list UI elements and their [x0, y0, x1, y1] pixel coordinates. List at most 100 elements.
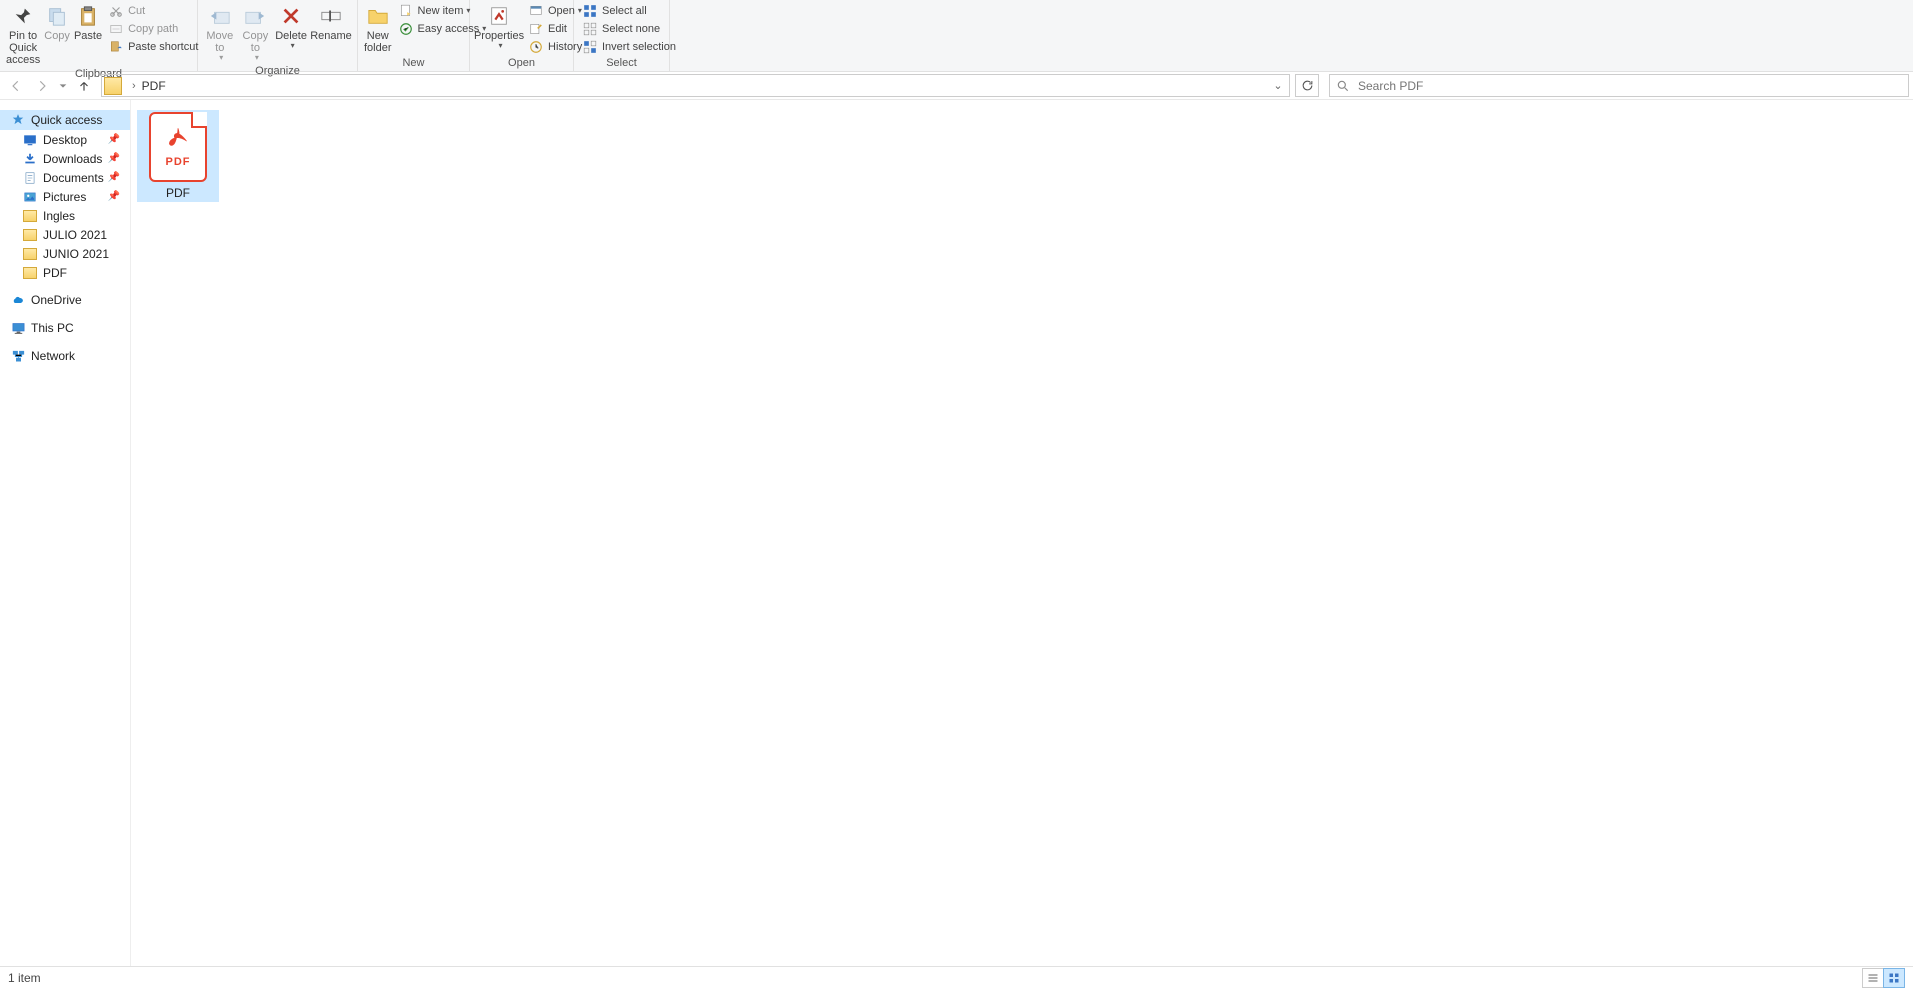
breadcrumb-separator: › — [126, 80, 142, 92]
nav-quick-access-label: Quick access — [31, 113, 102, 127]
nav-quick-access[interactable]: Quick access — [0, 110, 130, 130]
large-icons-view-button[interactable] — [1883, 968, 1905, 988]
nav-ingles[interactable]: Ingles — [0, 206, 130, 225]
select-all-icon — [582, 3, 598, 19]
move-to-icon — [208, 4, 232, 28]
refresh-button[interactable] — [1295, 74, 1319, 97]
forward-button[interactable] — [30, 74, 54, 98]
nav-ingles-label: Ingles — [43, 209, 75, 223]
select-none-button[interactable]: Select none — [578, 20, 680, 37]
nav-documents-label: Documents — [43, 171, 104, 185]
invert-selection-icon — [582, 39, 598, 55]
pin-to-quick-label: Pin to Quick access — [6, 30, 40, 66]
copy-label: Copy — [44, 30, 70, 42]
history-icon — [528, 39, 544, 55]
nav-downloads[interactable]: Downloads 📌 — [0, 149, 130, 168]
ribbon-group-select: Select all Select none Invert selection … — [574, 0, 670, 71]
new-item-label: New item — [418, 5, 464, 17]
nav-network[interactable]: Network — [0, 346, 130, 366]
rename-icon — [319, 4, 343, 28]
chevron-down-icon: ▾ — [291, 42, 295, 51]
paste-label: Paste — [74, 30, 102, 42]
onedrive-icon — [10, 292, 26, 308]
paste-shortcut-button[interactable]: Paste shortcut — [104, 38, 202, 55]
file-item-pdf[interactable]: PDF PDF — [137, 110, 219, 202]
pin-icon: 📌 — [108, 191, 120, 202]
folder-icon — [22, 246, 38, 262]
ribbon-group-open: Properties ▾ Open ▾ Edit — [470, 0, 574, 71]
nav-onedrive-label: OneDrive — [31, 293, 82, 307]
address-dropdown[interactable]: ⌄ — [1269, 79, 1287, 92]
cut-icon — [108, 3, 124, 19]
properties-icon — [487, 4, 511, 28]
address-bar[interactable]: › PDF ⌄ — [101, 74, 1290, 97]
paste-icon — [76, 4, 100, 28]
nav-desktop[interactable]: Desktop 📌 — [0, 130, 130, 149]
pin-icon: 📌 — [108, 134, 120, 145]
nav-onedrive[interactable]: OneDrive — [0, 290, 130, 310]
open-group-label: Open — [474, 55, 569, 71]
up-button[interactable] — [72, 74, 96, 98]
select-none-icon — [582, 21, 598, 37]
copy-path-button[interactable]: Copy path — [104, 20, 202, 37]
copy-to-icon — [243, 4, 267, 28]
downloads-icon — [22, 151, 38, 167]
desktop-icon — [22, 132, 38, 148]
copy-path-icon — [108, 21, 124, 37]
pin-icon: 📌 — [108, 153, 120, 164]
nav-pictures[interactable]: Pictures 📌 — [0, 187, 130, 206]
delete-button[interactable]: Delete ▾ — [273, 2, 309, 51]
navigation-pane: Quick access Desktop 📌 Downloads 📌 Docum… — [0, 100, 131, 966]
invert-selection-button[interactable]: Invert selection — [578, 38, 680, 55]
new-group-label: New — [362, 55, 465, 71]
paste-shortcut-label: Paste shortcut — [128, 41, 198, 53]
copy-to-button[interactable]: Copy to ▾ — [238, 2, 274, 63]
easy-access-icon — [398, 21, 414, 37]
edit-label: Edit — [548, 23, 567, 35]
rename-button[interactable]: Rename — [309, 2, 353, 42]
search-icon — [1336, 79, 1350, 93]
nav-this-pc-label: This PC — [31, 321, 74, 335]
documents-icon — [22, 170, 38, 186]
ribbon: Pin to Quick access Copy Paste — [0, 0, 1913, 72]
quick-access-icon — [10, 112, 26, 128]
breadcrumb-current[interactable]: PDF — [142, 79, 166, 93]
folder-icon — [104, 77, 122, 95]
select-all-button[interactable]: Select all — [578, 2, 680, 19]
nav-pdf-label: PDF — [43, 266, 67, 280]
address-bar-row: › PDF ⌄ — [0, 72, 1913, 100]
paste-button[interactable]: Paste — [72, 2, 104, 42]
this-pc-icon — [10, 320, 26, 336]
details-view-button[interactable] — [1862, 968, 1884, 988]
move-to-button[interactable]: Move to ▾ — [202, 2, 238, 63]
nav-documents[interactable]: Documents 📌 — [0, 168, 130, 187]
nav-julio[interactable]: JULIO 2021 — [0, 225, 130, 244]
cut-label: Cut — [128, 5, 145, 17]
search-input[interactable] — [1358, 79, 1902, 93]
select-all-label: Select all — [602, 5, 647, 17]
new-folder-button[interactable]: New folder — [362, 2, 394, 54]
nav-junio[interactable]: JUNIO 2021 — [0, 244, 130, 263]
invert-selection-label: Invert selection — [602, 41, 676, 53]
nav-pdf[interactable]: PDF — [0, 263, 130, 282]
ribbon-group-new: New folder New item ▾ Easy access ▾ — [358, 0, 470, 71]
move-to-label: Move to — [206, 30, 233, 54]
ribbon-group-clipboard: Pin to Quick access Copy Paste — [0, 0, 198, 71]
cut-button[interactable]: Cut — [104, 2, 202, 19]
pdf-badge-text: PDF — [166, 156, 191, 168]
nav-this-pc[interactable]: This PC — [0, 318, 130, 338]
content-pane[interactable]: PDF PDF — [131, 100, 1913, 966]
folder-icon — [22, 227, 38, 243]
pictures-icon — [22, 189, 38, 205]
search-box[interactable] — [1329, 74, 1909, 97]
rename-label: Rename — [310, 30, 352, 42]
recent-locations-button[interactable] — [56, 74, 70, 98]
chevron-down-icon: ▾ — [498, 42, 502, 51]
properties-button[interactable]: Properties ▾ — [474, 2, 524, 51]
folder-icon — [22, 208, 38, 224]
back-button[interactable] — [4, 74, 28, 98]
copy-path-label: Copy path — [128, 23, 178, 35]
pdf-file-icon: PDF — [149, 112, 207, 182]
copy-button[interactable]: Copy — [42, 2, 72, 42]
pin-to-quick-access-button[interactable]: Pin to Quick access — [4, 2, 42, 66]
